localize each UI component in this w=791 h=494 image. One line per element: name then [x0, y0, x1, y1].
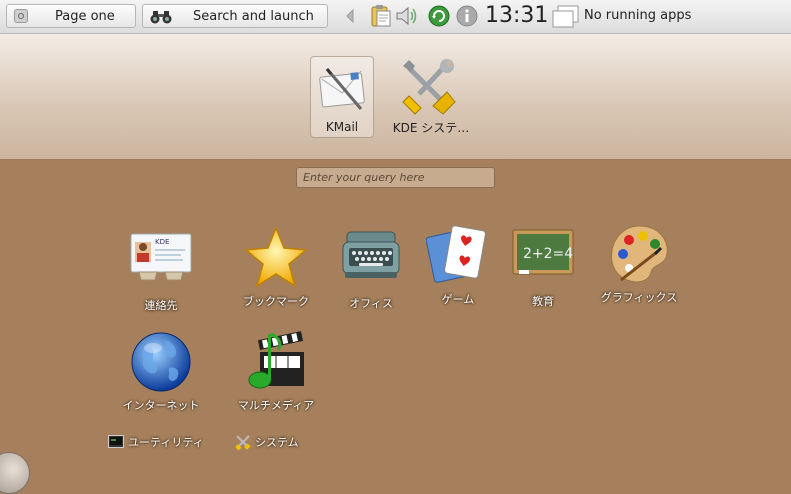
tools-icon — [402, 59, 456, 115]
category-multimedia[interactable]: マルチメディア — [231, 330, 321, 420]
tools-icon — [235, 435, 251, 450]
category-education[interactable]: 2+2=4 教育 — [498, 226, 588, 316]
search-and-launch-button[interactable]: Search and launch — [142, 4, 328, 28]
multimedia-icon — [248, 331, 304, 389]
category-label: 連絡先 — [144, 299, 178, 312]
mail-icon — [319, 68, 365, 110]
window-icon — [552, 5, 579, 28]
cards-icon — [426, 225, 486, 283]
search-input[interactable] — [296, 167, 495, 188]
favorite-label: KMail — [325, 120, 359, 134]
globe-icon — [131, 332, 191, 392]
contacts-icon: KDE — [130, 233, 192, 281]
category-internet[interactable]: インターネット — [116, 330, 206, 420]
page-one-button[interactable]: Page one — [6, 4, 136, 28]
favorite-kde-system[interactable]: KDE システ… — [393, 56, 469, 138]
page-one-label: Page one — [55, 9, 115, 24]
category-system[interactable]: システム — [235, 434, 315, 450]
binoculars-icon — [150, 11, 172, 24]
category-label: システム — [255, 436, 299, 449]
star-icon — [244, 226, 308, 288]
category-bookmarks[interactable]: ブックマーク — [231, 226, 321, 316]
contacts-card-text: KDE — [155, 238, 169, 246]
category-label: グラフィックス — [600, 291, 678, 304]
category-label: マルチメディア — [237, 399, 315, 412]
favorite-label: KDE システ… — [392, 121, 470, 135]
task-manager-status: No running apps — [584, 8, 692, 23]
palette-icon — [611, 225, 668, 283]
category-graphics[interactable]: グラフィックス — [594, 222, 684, 312]
category-label: インターネット — [122, 399, 200, 412]
info-icon[interactable] — [456, 5, 478, 27]
terminal-icon — [108, 435, 124, 448]
favorite-kmail[interactable]: KMail — [310, 56, 374, 138]
page-icon — [14, 9, 28, 23]
volume-icon[interactable] — [395, 5, 419, 27]
clipboard-icon[interactable] — [369, 4, 393, 28]
clock[interactable]: 13:31 — [485, 3, 548, 28]
collapse-arrow-icon[interactable] — [344, 6, 356, 26]
search-and-launch-label: Search and launch — [193, 9, 314, 24]
top-panel: Page one Search and launch 13:31 No runn… — [0, 0, 791, 34]
favorites-area: KMail KDE システ… — [0, 34, 791, 160]
update-notifier-icon[interactable] — [428, 5, 450, 27]
category-utilities[interactable]: ユーティリティ — [108, 434, 208, 450]
typewriter-icon — [342, 231, 400, 278]
corner-toolbox-button[interactable] — [0, 452, 30, 494]
chalkboard-icon: 2+2=4 — [512, 229, 574, 275]
category-label: ユーティリティ — [128, 436, 204, 449]
chalkboard-equation: 2+2=4 — [523, 246, 573, 262]
category-contacts[interactable]: KDE 連絡先 — [116, 230, 206, 320]
